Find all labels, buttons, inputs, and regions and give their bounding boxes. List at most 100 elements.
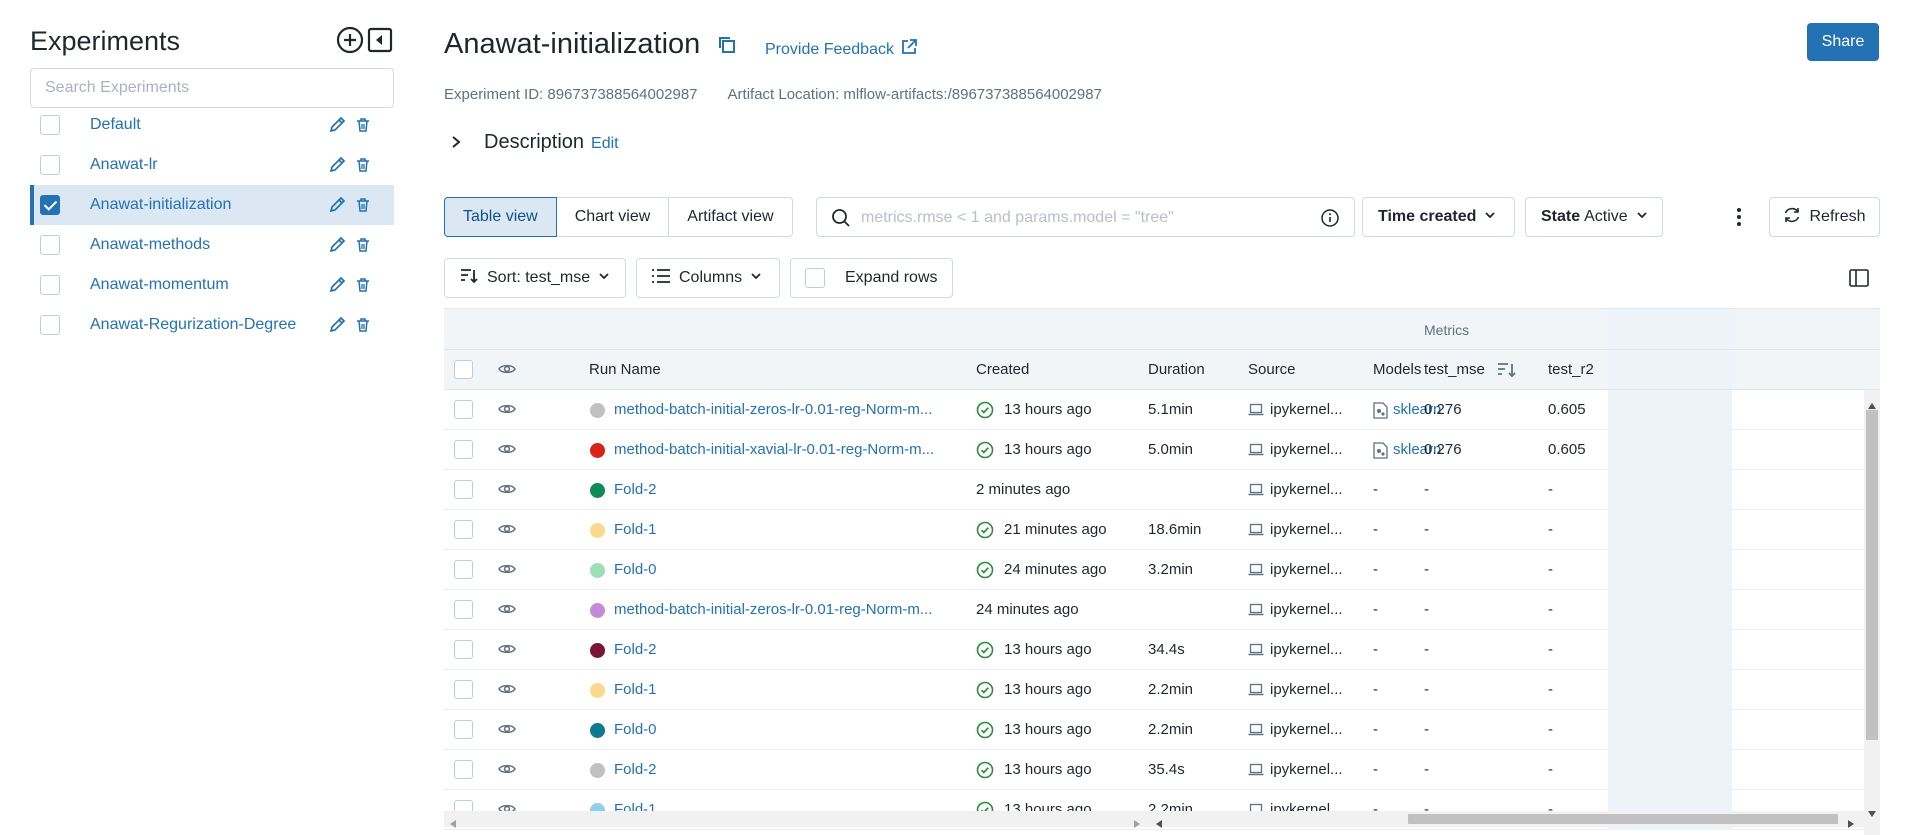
row-checkbox[interactable]	[454, 720, 473, 739]
visibility-eye-icon[interactable]	[498, 762, 516, 780]
horizontal-scroll-thumb[interactable]	[1408, 814, 1838, 824]
row-checkbox[interactable]	[454, 400, 473, 419]
table-row[interactable]: Fold-1 13 hours ago 2.2min ipykernel... - - -	[444, 670, 1864, 710]
scroll-left-icon[interactable]	[1156, 815, 1162, 833]
refresh-button[interactable]: Refresh	[1769, 197, 1880, 237]
run-color-dot[interactable]	[590, 563, 605, 578]
visibility-eye-icon[interactable]	[498, 562, 516, 580]
run-color-dot[interactable]	[590, 683, 605, 698]
experiment-checkbox[interactable]	[40, 195, 60, 215]
table-row[interactable]: Fold-2 13 hours ago 35.4s ipykernel... - - -	[444, 750, 1864, 790]
experiment-checkbox[interactable]	[40, 275, 60, 295]
share-button[interactable]: Share	[1807, 23, 1879, 61]
experiment-name[interactable]: Anawat-methods	[90, 236, 210, 254]
visibility-eye-icon[interactable]	[498, 602, 516, 620]
run-name-link[interactable]: Fold-1	[614, 681, 657, 698]
table-view-button[interactable]: Table view	[444, 197, 557, 237]
experiment-checkbox[interactable]	[40, 235, 60, 255]
experiment-checkbox[interactable]	[40, 115, 60, 135]
artifact-view-button[interactable]: Artifact view	[668, 197, 793, 237]
visibility-eye-icon[interactable]	[498, 402, 516, 420]
table-row[interactable]: Fold-2 2 minutes ago ipykernel... - - -	[444, 470, 1864, 510]
table-row[interactable]: method-batch-initial-zeros-lr-0.01-reg-N…	[444, 590, 1864, 630]
sidebar-item-experiment[interactable]: Anawat-methods	[30, 225, 394, 265]
row-checkbox[interactable]	[454, 640, 473, 659]
vertical-scroll-thumb[interactable]	[1866, 410, 1878, 740]
delete-trash-icon[interactable]	[352, 194, 374, 216]
source-value[interactable]: ipykernel...	[1270, 521, 1343, 538]
run-name-link[interactable]: Fold-1	[614, 521, 657, 538]
header-source[interactable]: Source	[1248, 361, 1296, 378]
expand-rows-checkbox[interactable]	[805, 268, 825, 288]
visibility-eye-icon[interactable]	[498, 522, 516, 540]
visibility-eye-icon[interactable]	[498, 482, 516, 500]
header-duration[interactable]: Duration	[1148, 361, 1205, 378]
run-name-link[interactable]: method-batch-initial-xavial-lr-0.01-reg-…	[614, 441, 934, 458]
source-value[interactable]: ipykernel...	[1270, 641, 1343, 658]
experiment-name[interactable]: Default	[90, 116, 141, 134]
horizontal-scrollbar[interactable]	[444, 811, 1864, 828]
source-value[interactable]: ipykernel...	[1270, 601, 1343, 618]
info-icon[interactable]	[1320, 208, 1340, 233]
table-row[interactable]: Fold-0 13 hours ago 2.2min ipykernel... - - -	[444, 710, 1864, 750]
row-checkbox[interactable]	[454, 440, 473, 459]
runs-search-input[interactable]	[861, 206, 1301, 230]
edit-pencil-icon[interactable]	[326, 314, 348, 336]
experiment-name[interactable]: Anawat-momentum	[90, 276, 229, 294]
delete-trash-icon[interactable]	[352, 274, 374, 296]
source-value[interactable]: ipykernel...	[1270, 481, 1343, 498]
source-value[interactable]: ipykernel...	[1270, 681, 1343, 698]
run-name-link[interactable]: Fold-2	[614, 481, 657, 498]
row-checkbox[interactable]	[454, 600, 473, 619]
source-value[interactable]: ipykernel...	[1270, 441, 1343, 458]
row-checkbox[interactable]	[454, 560, 473, 579]
delete-trash-icon[interactable]	[352, 114, 374, 136]
run-color-dot[interactable]	[590, 763, 605, 778]
table-row[interactable]: Fold-1 21 minutes ago 18.6min ipykernel... -…	[444, 510, 1864, 550]
columns-dropdown[interactable]: Columns	[636, 258, 780, 298]
collapse-sidebar-icon[interactable]	[366, 26, 394, 54]
run-name-link[interactable]: Fold-0	[614, 561, 657, 578]
experiment-name[interactable]: Anawat-Regurization-Degree	[90, 316, 296, 334]
table-row[interactable]: Fold-0 24 minutes ago 3.2min ipykernel... - -…	[444, 550, 1864, 590]
header-test-r2[interactable]: test_r2	[1548, 361, 1594, 378]
side-panel-icon[interactable]	[1848, 267, 1870, 289]
add-experiment-icon[interactable]	[336, 26, 364, 54]
copy-icon[interactable]	[716, 34, 738, 56]
run-name-link[interactable]: method-batch-initial-zeros-lr-0.01-reg-N…	[614, 401, 932, 418]
run-name-link[interactable]: Fold-0	[614, 721, 657, 738]
table-row[interactable]: method-batch-initial-xavial-lr-0.01-reg-…	[444, 430, 1864, 470]
experiment-checkbox[interactable]	[40, 315, 60, 335]
visibility-eye-icon[interactable]	[498, 722, 516, 740]
description-edit-link[interactable]: Edit	[591, 135, 619, 153]
time-created-dropdown[interactable]: Time created	[1362, 197, 1515, 237]
sidebar-item-experiment[interactable]: Anawat-momentum	[30, 265, 394, 305]
run-color-dot[interactable]	[590, 403, 605, 418]
run-color-dot[interactable]	[590, 603, 605, 618]
select-all-checkbox[interactable]	[454, 360, 473, 379]
visibility-eye-icon[interactable]	[498, 442, 516, 460]
row-checkbox[interactable]	[454, 520, 473, 539]
header-run-name[interactable]: Run Name	[589, 361, 661, 378]
run-color-dot[interactable]	[590, 523, 605, 538]
row-checkbox[interactable]	[454, 760, 473, 779]
visibility-eye-icon[interactable]	[498, 362, 516, 380]
experiment-checkbox[interactable]	[40, 155, 60, 175]
row-checkbox[interactable]	[454, 680, 473, 699]
table-row[interactable]: method-batch-initial-zeros-lr-0.01-reg-N…	[444, 390, 1864, 430]
sidebar-item-experiment[interactable]: Anawat-lr	[30, 145, 394, 185]
expand-rows-toggle[interactable]: Expand rows	[790, 258, 953, 298]
edit-pencil-icon[interactable]	[326, 114, 348, 136]
source-value[interactable]: ipykernel...	[1270, 401, 1343, 418]
edit-pencil-icon[interactable]	[326, 234, 348, 256]
sidebar-item-experiment[interactable]: Anawat-Regurization-Degree	[30, 305, 394, 345]
run-color-dot[interactable]	[590, 723, 605, 738]
chevron-right-icon[interactable]	[444, 130, 468, 154]
more-options-icon[interactable]	[1727, 205, 1751, 229]
run-color-dot[interactable]	[590, 443, 605, 458]
sort-dropdown[interactable]: Sort: test_mse	[444, 258, 626, 298]
source-value[interactable]: ipykernel...	[1270, 721, 1343, 738]
delete-trash-icon[interactable]	[352, 314, 374, 336]
table-row[interactable]: Fold-2 13 hours ago 34.4s ipykernel... - - -	[444, 630, 1864, 670]
edit-pencil-icon[interactable]	[326, 274, 348, 296]
